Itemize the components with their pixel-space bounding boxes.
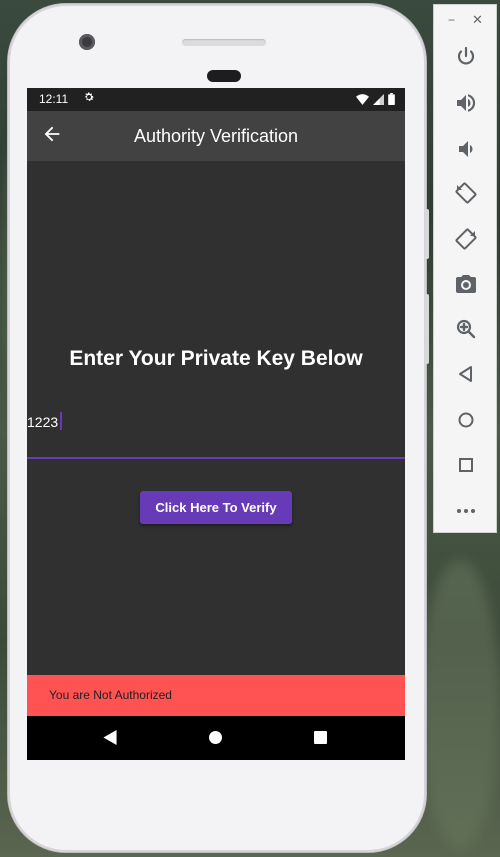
status-icons bbox=[356, 93, 395, 105]
phone-side-button bbox=[425, 294, 429, 364]
status-bar: 12:11 bbox=[27, 88, 405, 111]
system-navigation-bar bbox=[27, 716, 405, 760]
close-icon[interactable]: ✕ bbox=[472, 12, 483, 28]
app-bar: Authority Verification bbox=[27, 111, 405, 161]
background-foliage bbox=[420, 560, 500, 850]
wifi-icon bbox=[356, 93, 369, 105]
settings-gear-icon bbox=[83, 91, 95, 106]
input-underline bbox=[27, 457, 405, 459]
signal-icon bbox=[373, 93, 384, 105]
phone-side-button bbox=[425, 209, 429, 259]
volume-down-icon[interactable] bbox=[454, 137, 478, 161]
overview-icon[interactable] bbox=[454, 453, 478, 477]
proximity-sensor bbox=[207, 70, 241, 82]
power-icon[interactable] bbox=[454, 45, 478, 69]
zoom-icon[interactable] bbox=[454, 317, 478, 341]
instruction-heading: Enter Your Private Key Below bbox=[69, 347, 363, 370]
camera-icon[interactable] bbox=[454, 272, 478, 296]
battery-icon bbox=[388, 93, 395, 105]
nav-back-icon[interactable] bbox=[103, 730, 117, 750]
more-icon[interactable] bbox=[454, 499, 478, 523]
emulator-window-controls: − ✕ bbox=[434, 12, 498, 31]
error-snackbar: You are Not Authorized bbox=[27, 675, 405, 716]
nav-home-icon[interactable] bbox=[209, 731, 222, 744]
rotate-right-icon[interactable] bbox=[454, 227, 478, 251]
snackbar-message: You are Not Authorized bbox=[49, 688, 172, 702]
verify-button[interactable]: Click Here To Verify bbox=[140, 491, 292, 524]
back-icon[interactable] bbox=[454, 362, 478, 386]
earpiece-speaker bbox=[182, 39, 266, 46]
rotate-left-icon[interactable] bbox=[454, 181, 478, 205]
text-cursor bbox=[60, 412, 62, 430]
device-screen: 12:11 Authority Verification Enter Your … bbox=[27, 88, 405, 760]
nav-overview-icon[interactable] bbox=[314, 731, 327, 744]
minimize-icon[interactable]: − bbox=[448, 13, 455, 27]
emulator-toolbar: − ✕ bbox=[433, 4, 497, 533]
private-key-input[interactable] bbox=[27, 408, 405, 436]
status-time: 12:11 bbox=[39, 92, 69, 106]
volume-up-icon[interactable] bbox=[454, 91, 478, 115]
page-title: Authority Verification bbox=[133, 126, 299, 146]
home-icon[interactable] bbox=[454, 408, 478, 432]
front-camera bbox=[79, 34, 95, 50]
